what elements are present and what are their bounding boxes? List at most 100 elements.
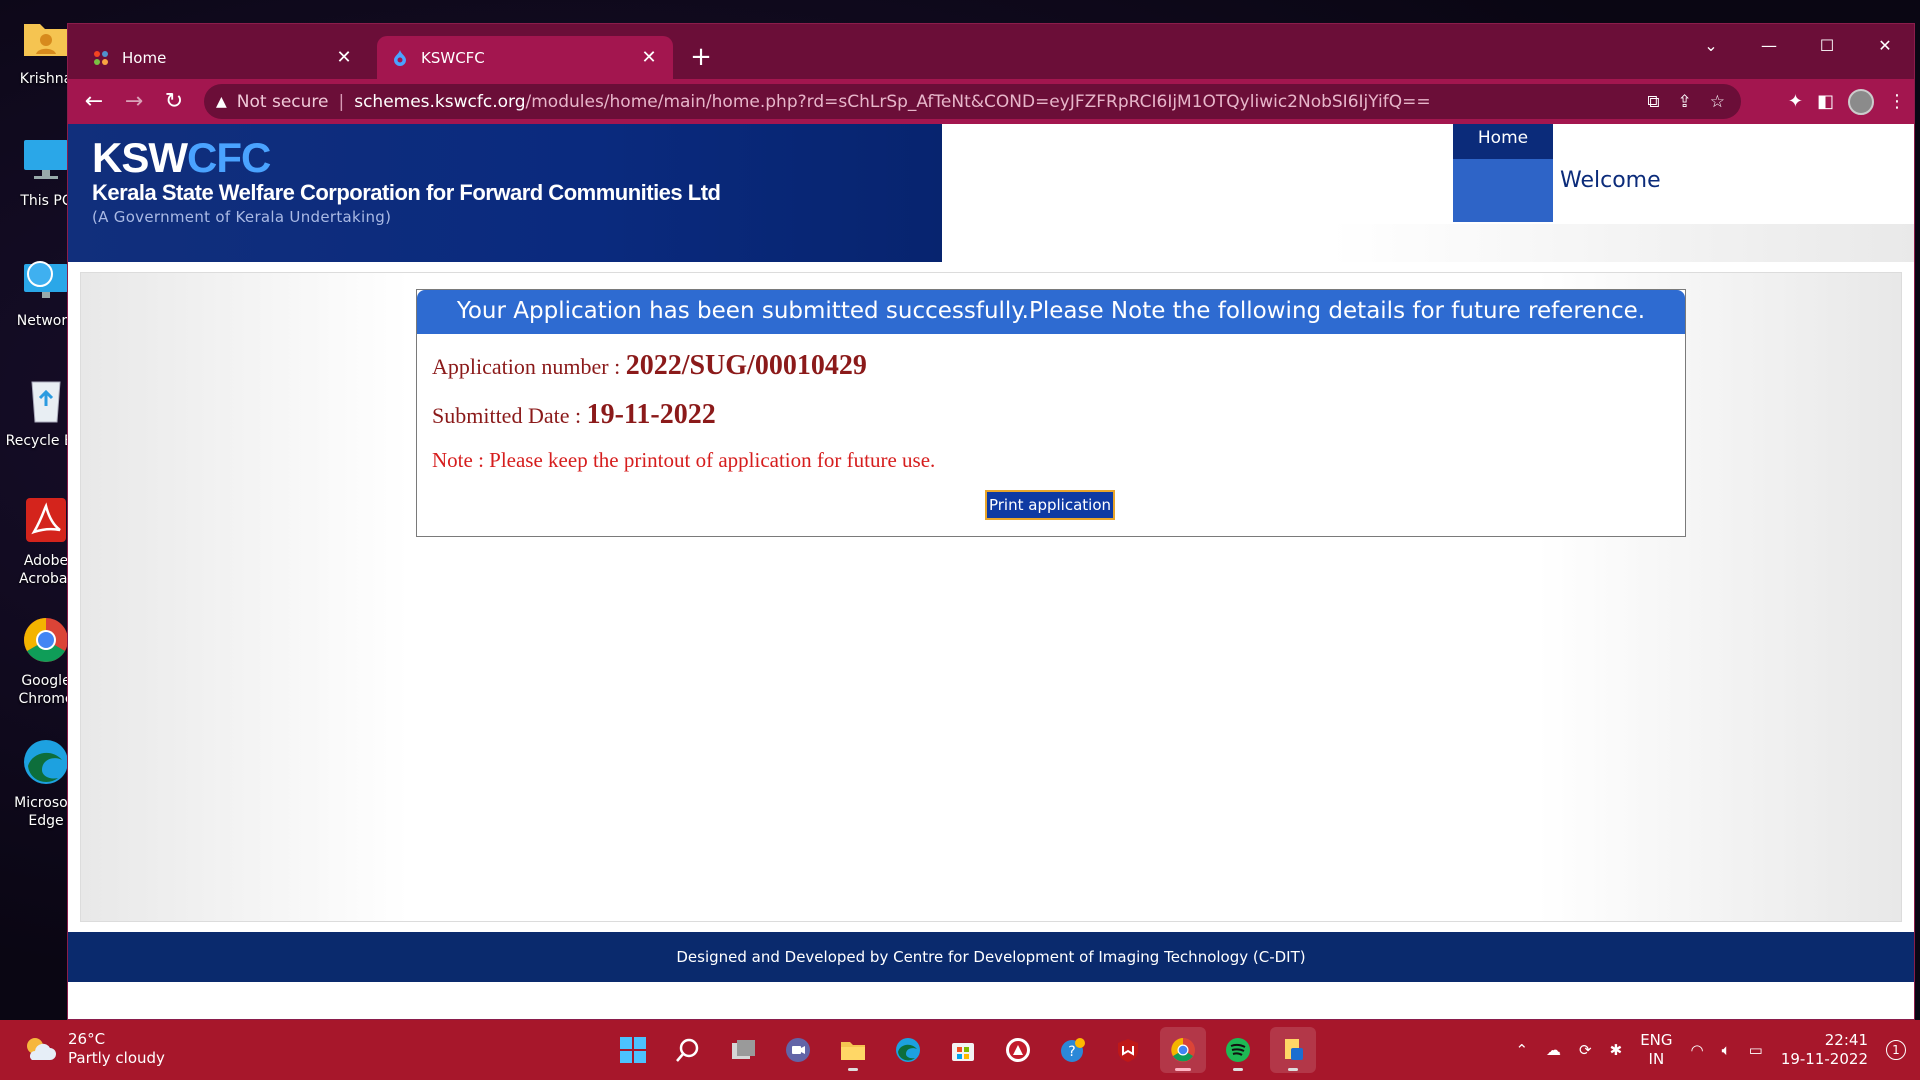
tab-search-chevron-icon[interactable]: ⌄: [1682, 24, 1740, 66]
nav-block: [1453, 159, 1553, 222]
edge-taskbar-button[interactable]: [885, 1027, 931, 1073]
language-code: ENG: [1640, 1031, 1673, 1049]
share-icon[interactable]: ⇪: [1678, 92, 1692, 112]
toolbar-actions: ✦ ◧ ⋮: [1788, 79, 1906, 124]
side-panel-icon[interactable]: ◧: [1817, 91, 1834, 112]
welcome-text: Welcome: [1560, 168, 1661, 193]
window-controls: ⌄ — ☐ ✕: [1682, 24, 1914, 66]
menu-kebab-icon[interactable]: ⋮: [1888, 91, 1906, 112]
close-tab-icon[interactable]: ✕: [334, 47, 354, 68]
organization-name: Kerala State Welfare Corporation for For…: [92, 180, 721, 205]
notification-badge[interactable]: 1: [1886, 1040, 1906, 1060]
recycle-bin-icon: [20, 374, 72, 426]
submitted-date-value: 19-11-2022: [586, 399, 716, 430]
warning-triangle-icon[interactable]: ▲: [216, 94, 227, 110]
system-tray: ⌃ ☁ ⟳ ✱ ENG IN ◠ 🔈︎ ▭ 22:41 19-11-2022 1: [1515, 1020, 1920, 1080]
browser-window: Home ✕ KSWCFC ✕ + ⌄ — ☐ ✕ ← → ↻ ▲ Not se…: [67, 23, 1915, 1020]
taskbar: 26°C Partly cloudy ? ⌃ ☁ ⟳ ✱ ENG IN ◠ 🔈︎…: [0, 1020, 1920, 1080]
url-host: schemes.kswcfc.org: [354, 91, 526, 112]
chrome-icon: [20, 614, 72, 666]
search-button[interactable]: [665, 1027, 711, 1073]
svg-text:?: ?: [1068, 1044, 1075, 1060]
profile-avatar[interactable]: [1848, 88, 1874, 115]
network-icon: [20, 254, 72, 306]
language-indicator[interactable]: ENG IN: [1640, 1031, 1672, 1069]
extensions-puzzle-icon[interactable]: ✦: [1788, 91, 1803, 112]
task-view-button[interactable]: [720, 1027, 766, 1073]
logo-text-cfc: CFC: [187, 134, 271, 181]
battery-icon[interactable]: ▭: [1749, 1041, 1763, 1059]
chrome-icon: [1171, 1038, 1195, 1062]
running-indicator: [1288, 1068, 1298, 1071]
reload-button[interactable]: ↻: [154, 82, 194, 122]
tab-kswcfc[interactable]: KSWCFC ✕: [377, 36, 673, 79]
nav-home-link[interactable]: Home: [1453, 124, 1553, 159]
logo-text-ksw: KSW: [92, 134, 188, 181]
clock-time: 22:41: [1824, 1031, 1868, 1049]
application-number-value: 2022/SUG/00010429: [625, 350, 867, 381]
browser-toolbar: ← → ↻ ▲ Not secure | schemes.kswcfc.org /…: [68, 79, 1914, 124]
region-code: IN: [1648, 1050, 1665, 1068]
tab-title: KSWCFC: [421, 48, 485, 67]
submitted-date-label: Submitted Date :: [432, 403, 587, 428]
store-icon: [952, 1043, 974, 1061]
drupal-favicon-icon: [391, 49, 409, 67]
clock[interactable]: 22:41 19-11-2022: [1781, 1031, 1868, 1069]
address-separator: |: [338, 91, 345, 112]
file-manager-button[interactable]: [1270, 1027, 1316, 1073]
back-button[interactable]: ←: [74, 82, 114, 122]
user-folder-icon: [20, 12, 72, 64]
print-application-button[interactable]: Print application: [985, 490, 1115, 520]
folder-icon: [841, 1042, 865, 1060]
teams-chat-button[interactable]: [775, 1027, 821, 1073]
weather-widget[interactable]: 26°C Partly cloudy: [22, 1030, 165, 1068]
store-button[interactable]: [940, 1027, 986, 1073]
search-icon: [676, 1038, 699, 1062]
minimize-button[interactable]: —: [1740, 24, 1798, 66]
acrobat-icon: [20, 494, 72, 546]
edge-icon: [896, 1038, 920, 1062]
header-strip: [942, 224, 1914, 262]
new-tab-button[interactable]: +: [686, 42, 716, 72]
site-footer: Designed and Developed by Centre for Dev…: [68, 932, 1914, 982]
government-note: (A Government of Kerala Undertaking): [92, 208, 392, 226]
address-bar[interactable]: ▲ Not secure | schemes.kswcfc.org/module…: [204, 84, 1741, 119]
shield-app-icon: [1006, 1038, 1030, 1062]
help-app-button[interactable]: ?: [1050, 1027, 1096, 1073]
close-window-button[interactable]: ✕: [1856, 24, 1914, 66]
spotify-button[interactable]: [1215, 1027, 1261, 1073]
application-number-label: Application number :: [432, 354, 626, 379]
bookmark-star-icon[interactable]: ☆: [1710, 92, 1725, 112]
bluetooth-icon[interactable]: ✱: [1610, 1041, 1623, 1059]
submitted-date-row: Submitted Date : 19-11-2022: [432, 399, 716, 431]
close-tab-icon[interactable]: ✕: [639, 47, 659, 68]
volume-icon[interactable]: 🔈︎: [1722, 1041, 1731, 1059]
partly-cloudy-icon: [27, 1038, 56, 1060]
clock-date: 19-11-2022: [1780, 1050, 1868, 1068]
security-app-button[interactable]: [995, 1027, 1041, 1073]
confirmation-header: Your Application has been submitted succ…: [417, 290, 1685, 334]
file-explorer-button[interactable]: [830, 1027, 876, 1073]
address-bar-actions: ⧉ ⇪ ☆: [1647, 84, 1725, 119]
start-button[interactable]: [610, 1027, 656, 1073]
maximize-button[interactable]: ☐: [1798, 24, 1856, 66]
help-icon: ?: [1061, 1038, 1085, 1062]
forward-button[interactable]: →: [114, 82, 154, 122]
taskbar-apps: ?: [610, 1027, 1316, 1073]
monitor-icon: [20, 134, 72, 186]
chat-icon: [786, 1038, 810, 1062]
onedrive-cloud-icon[interactable]: ☁: [1546, 1041, 1561, 1059]
sync-icon[interactable]: ⟳: [1579, 1041, 1592, 1059]
confirmation-box: Your Application has been submitted succ…: [416, 289, 1686, 537]
show-hidden-icons-chevron[interactable]: ⌃: [1515, 1041, 1528, 1059]
running-indicator: [848, 1068, 858, 1071]
mcafee-button[interactable]: [1105, 1027, 1151, 1073]
site-logo[interactable]: KSWCFC: [92, 134, 271, 182]
security-status[interactable]: Not secure: [237, 92, 329, 112]
blocked-popup-icon[interactable]: ⧉: [1647, 92, 1659, 112]
wifi-icon[interactable]: ◠: [1691, 1041, 1704, 1059]
url-path: /modules/home/main/home.php?rd=sChLrSp_A…: [525, 91, 1431, 112]
chrome-taskbar-button[interactable]: [1160, 1027, 1206, 1073]
tab-home[interactable]: Home ✕: [78, 36, 368, 79]
joomla-favicon-icon: [92, 49, 110, 67]
